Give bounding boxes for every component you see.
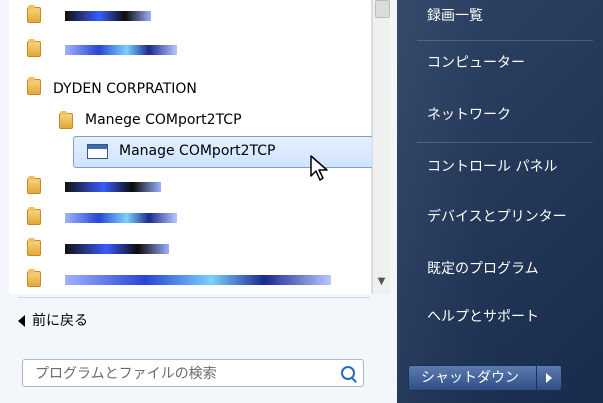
menu-item-help-support[interactable]: ヘルプとサポート (427, 305, 539, 329)
folder-icon (59, 111, 73, 129)
menu-item-control-panel[interactable]: コントロール パネル (427, 155, 557, 179)
back-button[interactable]: 前に戻る (18, 309, 88, 333)
redacted-folder-name (65, 45, 177, 55)
folder-icon (27, 207, 41, 225)
redacted-folder-name (65, 182, 161, 192)
redacted-folder-name (65, 213, 177, 223)
redacted-folder-name (65, 275, 331, 285)
separator (417, 142, 593, 143)
quick-links-pane: 録画一覧 コンピューター ネットワーク コントロール パネル デバイスとプリンタ… (397, 0, 603, 403)
start-menu: DYDEN CORPRATION Manege COMport2TCP Mana… (0, 0, 603, 403)
redacted-folder-name (65, 244, 169, 254)
folder-icon (27, 176, 41, 194)
menu-item-network[interactable]: ネットワーク (427, 103, 511, 127)
folder-icon (27, 269, 41, 287)
folder-icon (27, 5, 41, 23)
separator (417, 40, 593, 41)
back-arrow-icon (18, 315, 25, 327)
folder-manege-comport2tcp[interactable]: Manege COMport2TCP (85, 108, 242, 132)
programs-pane: DYDEN CORPRATION Manege COMport2TCP Mana… (0, 0, 397, 403)
search-input[interactable] (33, 362, 327, 386)
selected-program-item[interactable]: Manage COMport2TCP (73, 136, 380, 168)
shutdown-label: シャットダウン (421, 370, 519, 386)
menu-item-default-programs[interactable]: 既定のプログラム (427, 257, 539, 281)
back-label: 前に戻る (32, 313, 88, 329)
programs-scrollbar[interactable]: ▼ (372, 0, 390, 294)
search-box[interactable] (22, 359, 364, 387)
folder-icon (27, 77, 41, 95)
menu-item-recording-list[interactable]: 録画一覧 (427, 4, 483, 28)
scrollbar-thumb[interactable] (375, 0, 390, 18)
search-icon[interactable] (341, 366, 355, 380)
folder-icon (27, 238, 41, 256)
folder-dyden-corpration[interactable]: DYDEN CORPRATION (53, 77, 197, 101)
programs-list: DYDEN CORPRATION Manege COMport2TCP Mana… (9, 0, 380, 294)
scroll-down-arrow[interactable]: ▼ (375, 276, 388, 288)
shutdown-button[interactable]: シャットダウン (408, 365, 562, 391)
redacted-folder-name (65, 11, 151, 21)
mouse-cursor-icon (310, 155, 328, 181)
app-window-icon (87, 144, 108, 159)
separator (18, 297, 370, 298)
menu-item-computer[interactable]: コンピューター (427, 51, 525, 75)
program-manage-comport2tcp[interactable]: Manage COMport2TCP (119, 139, 276, 163)
shutdown-options-arrow-icon[interactable] (536, 366, 561, 390)
folder-icon (27, 39, 41, 57)
menu-item-devices-printers[interactable]: デバイスとプリンター (427, 205, 567, 229)
